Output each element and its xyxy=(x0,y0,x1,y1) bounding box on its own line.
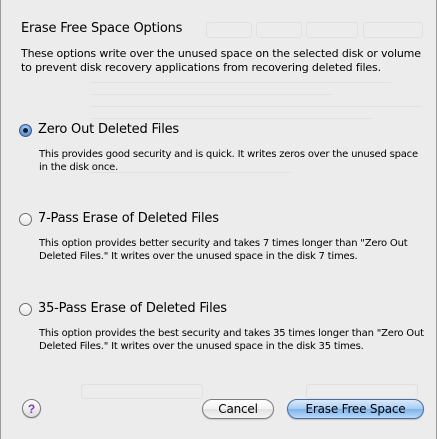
help-button[interactable]: ? xyxy=(22,399,41,418)
option-zero-out-label[interactable]: Zero Out Deleted Files xyxy=(38,122,179,138)
erase-free-space-options-sheet: Erase Free Space Options These options w… xyxy=(0,0,437,439)
option-zero-out[interactable]: Zero Out Deleted Files This provides goo… xyxy=(19,121,424,174)
option-7-pass-description: This option provides better security and… xyxy=(39,238,408,262)
radio-zero-out[interactable] xyxy=(19,123,32,137)
option-35-pass-row[interactable]: 35-Pass Erase of Deleted Files xyxy=(19,300,424,318)
radio-selected-dot-icon xyxy=(23,127,28,133)
option-35-pass-description: This option provides the best security a… xyxy=(39,328,424,352)
radio-35-pass[interactable] xyxy=(19,302,32,316)
option-7-pass-row[interactable]: 7-Pass Erase of Deleted Files xyxy=(19,210,424,228)
option-zero-out-description: This provides good security and is quick… xyxy=(39,149,418,173)
option-35-pass[interactable]: 35-Pass Erase of Deleted Files This opti… xyxy=(19,300,424,353)
dialog-title: Erase Free Space Options xyxy=(21,21,183,36)
option-7-pass[interactable]: 7-Pass Erase of Deleted Files This optio… xyxy=(19,210,424,263)
option-35-pass-label[interactable]: 35-Pass Erase of Deleted Files xyxy=(38,301,227,317)
radio-7-pass[interactable] xyxy=(19,212,32,226)
cancel-button[interactable]: Cancel xyxy=(202,399,274,419)
question-mark-icon: ? xyxy=(27,401,36,416)
option-zero-out-row[interactable]: Zero Out Deleted Files xyxy=(19,121,424,139)
dialog-description: These options write over the unused spac… xyxy=(21,47,421,74)
erase-free-space-button[interactable]: Erase Free Space xyxy=(287,399,424,419)
option-7-pass-label[interactable]: 7-Pass Erase of Deleted Files xyxy=(38,211,219,227)
